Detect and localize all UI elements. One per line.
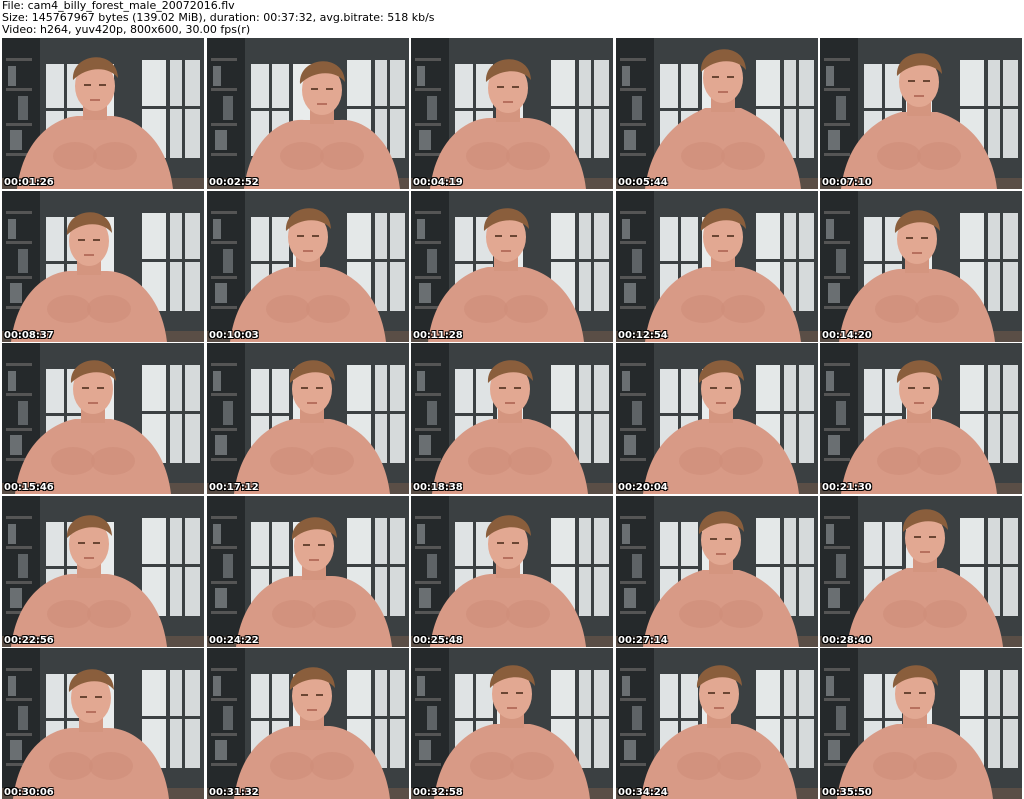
frame-timestamp: 00:11:28 xyxy=(413,330,463,341)
thumbnail-frame: 00:01:26 xyxy=(2,38,204,189)
thumbnail-frame: 00:21:30 xyxy=(820,343,1022,494)
thumbnail-frame: 00:04:19 xyxy=(411,38,613,189)
file-info-header: File: cam4_billy_forest_male_20072016.fl… xyxy=(2,0,1022,37)
frame-timestamp: 00:01:26 xyxy=(4,177,54,188)
thumbnail-frame: 00:35:50 xyxy=(820,648,1022,799)
video-frame-image xyxy=(207,38,409,189)
video-frame-image xyxy=(820,648,1022,799)
frame-timestamp: 00:15:46 xyxy=(4,482,54,493)
video-frame-image xyxy=(207,648,409,799)
thumbnail-frame: 00:05:44 xyxy=(616,38,818,189)
thumbnail-frame: 00:28:40 xyxy=(820,496,1022,647)
thumbnail-frame: 00:18:38 xyxy=(411,343,613,494)
video-frame-image xyxy=(616,343,818,494)
frame-timestamp: 00:21:30 xyxy=(822,482,872,493)
thumbnail-frame: 00:30:06 xyxy=(2,648,204,799)
video-frame-image xyxy=(411,191,613,342)
video-frame-image xyxy=(2,648,204,799)
frame-timestamp: 00:27:14 xyxy=(618,635,668,646)
thumbnail-frame: 00:12:54 xyxy=(616,191,818,342)
video-frame-image xyxy=(616,191,818,342)
frame-timestamp: 00:18:38 xyxy=(413,482,463,493)
thumbnail-frame: 00:34:24 xyxy=(616,648,818,799)
video-frame-image xyxy=(207,343,409,494)
frame-timestamp: 00:10:03 xyxy=(209,330,259,341)
frame-timestamp: 00:31:32 xyxy=(209,787,259,798)
thumbnail-frame: 00:25:48 xyxy=(411,496,613,647)
thumbnail-frame: 00:10:03 xyxy=(207,191,409,342)
frame-timestamp: 00:20:04 xyxy=(618,482,668,493)
video-frame-image xyxy=(411,343,613,494)
frame-timestamp: 00:05:44 xyxy=(618,177,668,188)
video-frame-image xyxy=(411,496,613,647)
thumbnail-frame: 00:32:58 xyxy=(411,648,613,799)
thumbnail-frame: 00:20:04 xyxy=(616,343,818,494)
video-frame-image xyxy=(2,38,204,189)
thumbnail-frame: 00:27:14 xyxy=(616,496,818,647)
thumbnail-frame: 00:14:20 xyxy=(820,191,1022,342)
video-frame-image xyxy=(820,496,1022,647)
thumbnail-grid: 00:01:26 00:02:52 00:04:19 00:05:44 00:07:10… xyxy=(2,38,1022,799)
video-frame-image xyxy=(820,343,1022,494)
thumbnail-frame: 00:22:56 xyxy=(2,496,204,647)
frame-timestamp: 00:07:10 xyxy=(822,177,872,188)
video-frame-image xyxy=(820,38,1022,189)
frame-timestamp: 00:24:22 xyxy=(209,635,259,646)
thumbnail-frame: 00:17:12 xyxy=(207,343,409,494)
thumbnail-frame: 00:11:28 xyxy=(411,191,613,342)
video-frame-image xyxy=(207,191,409,342)
video-frame-image xyxy=(2,191,204,342)
frame-timestamp: 00:28:40 xyxy=(822,635,872,646)
frame-timestamp: 00:04:19 xyxy=(413,177,463,188)
thumbnail-frame: 00:07:10 xyxy=(820,38,1022,189)
video-frame-image xyxy=(616,496,818,647)
frame-timestamp: 00:22:56 xyxy=(4,635,54,646)
video-frame-image xyxy=(411,38,613,189)
thumbnail-frame: 00:15:46 xyxy=(2,343,204,494)
thumbnail-frame: 00:31:32 xyxy=(207,648,409,799)
frame-timestamp: 00:02:52 xyxy=(209,177,259,188)
video-frame-image xyxy=(207,496,409,647)
video-frame-image xyxy=(616,38,818,189)
frame-timestamp: 00:14:20 xyxy=(822,330,872,341)
video-info-line: Video: h264, yuv420p, 800x600, 30.00 fps… xyxy=(2,23,251,36)
frame-timestamp: 00:34:24 xyxy=(618,787,668,798)
frame-timestamp: 00:35:50 xyxy=(822,787,872,798)
frame-timestamp: 00:17:12 xyxy=(209,482,259,493)
thumbnail-frame: 00:02:52 xyxy=(207,38,409,189)
video-frame-image xyxy=(820,191,1022,342)
frame-timestamp: 00:25:48 xyxy=(413,635,463,646)
frame-timestamp: 00:32:58 xyxy=(413,787,463,798)
video-frame-image xyxy=(411,648,613,799)
frame-timestamp: 00:12:54 xyxy=(618,330,668,341)
thumbnail-frame: 00:24:22 xyxy=(207,496,409,647)
frame-timestamp: 00:08:37 xyxy=(4,330,54,341)
video-frame-image xyxy=(2,343,204,494)
frame-timestamp: 00:30:06 xyxy=(4,787,54,798)
thumbnail-frame: 00:08:37 xyxy=(2,191,204,342)
video-frame-image xyxy=(2,496,204,647)
video-frame-image xyxy=(616,648,818,799)
